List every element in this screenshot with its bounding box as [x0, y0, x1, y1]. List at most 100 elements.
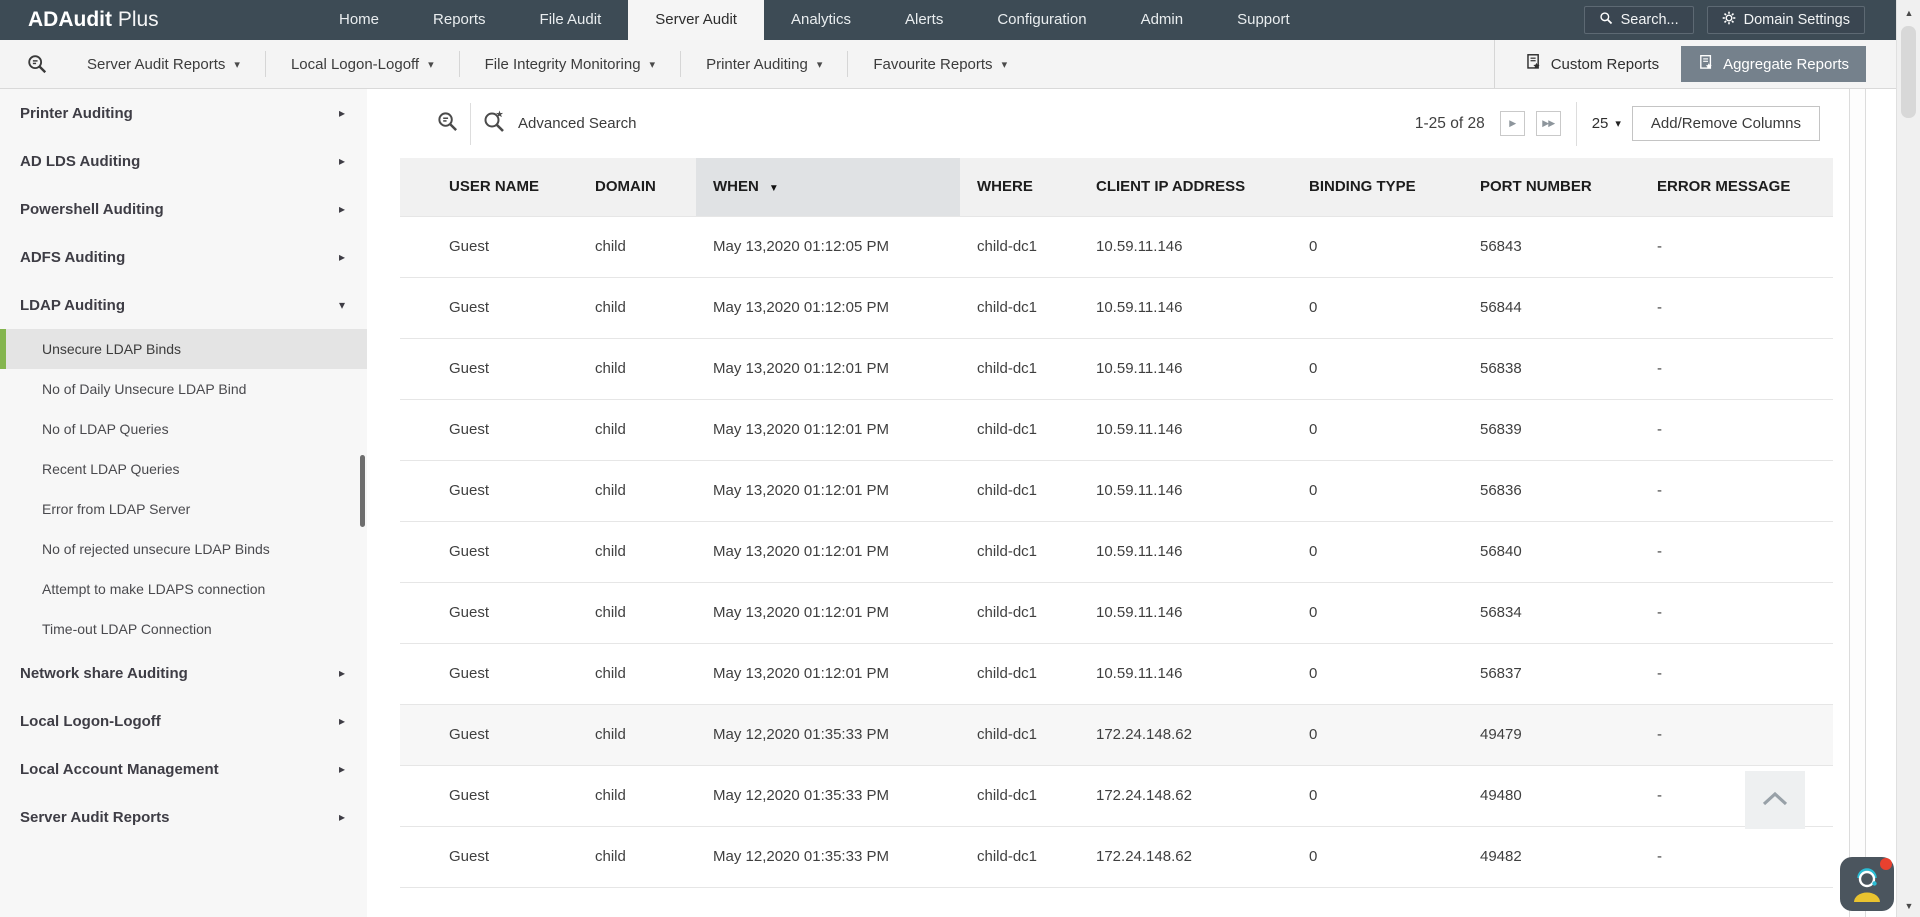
sidebar-item-no-of-rejected-unsecure-ldap-binds[interactable]: No of rejected unsecure LDAP Binds	[0, 529, 367, 569]
table-row[interactable]: Guest child May 13,2020 01:12:01 PM child-d…	[400, 398, 1833, 460]
app-logo-bold: ADAudit	[28, 8, 112, 31]
table-row[interactable]: Guest child May 13,2020 01:12:01 PM child-d…	[400, 520, 1833, 582]
table-cell: -	[1635, 825, 1833, 887]
toolbar-dropdown-label: Favourite Reports	[873, 55, 993, 73]
table-cell: 56838	[1460, 337, 1635, 399]
toolbar-dropdown-local-logon-logoff[interactable]: Local Logon-Logoff ▾	[266, 40, 459, 88]
column-header-error-message[interactable]: ERROR MESSAGE	[1635, 158, 1833, 216]
table-cell: Guest	[400, 825, 545, 887]
table-cell: -	[1635, 459, 1833, 521]
table-cell: -	[1635, 276, 1833, 338]
sidebar-item-ldap-auditing[interactable]: LDAP Auditing ▾	[0, 281, 367, 329]
table-cell: 0	[1290, 764, 1460, 826]
column-header-user-name[interactable]: USER NAME	[400, 158, 545, 216]
sidebar-item-network-share-auditing[interactable]: Network share Auditing ▸	[0, 649, 367, 697]
column-header-client-ip-address[interactable]: CLIENT IP ADDRESS	[1075, 158, 1290, 216]
column-header-binding-type[interactable]: BINDING TYPE	[1290, 158, 1460, 216]
report-search-icon[interactable]	[26, 53, 48, 75]
table-row[interactable]: Guest child May 13,2020 01:12:01 PM child-d…	[400, 642, 1833, 704]
table-cell: Guest	[400, 581, 545, 643]
sidebar-scrollbar-thumb[interactable]	[360, 455, 365, 527]
table-cell: 0	[1290, 520, 1460, 582]
report-sidebar: Printer Auditing ▸ AD LDS Auditing ▸ Powersh…	[0, 89, 367, 917]
sidebar-item-error-from-ldap-server[interactable]: Error from LDAP Server	[0, 489, 367, 529]
table-row[interactable]: Guest child May 13,2020 01:12:05 PM child-d…	[400, 215, 1833, 277]
table-search-icon[interactable]	[436, 110, 459, 138]
sidebar-item-local-logon-logoff[interactable]: Local Logon-Logoff ▸	[0, 697, 367, 745]
nav-item-admin[interactable]: Admin	[1114, 0, 1211, 40]
sidebar-item-unsecure-ldap-binds[interactable]: Unsecure LDAP Binds	[0, 329, 367, 369]
column-header-domain[interactable]: DOMAIN	[545, 158, 696, 216]
sidebar-item-label: AD LDS Auditing	[20, 152, 141, 170]
aggregate-reports-button[interactable]: Aggregate Reports	[1681, 46, 1866, 82]
toolbar-dropdown-file-integrity-monitoring[interactable]: File Integrity Monitoring ▾	[460, 40, 680, 88]
table-cell: May 13,2020 01:12:01 PM	[696, 337, 960, 399]
sidebar-item-recent-ldap-queries[interactable]: Recent LDAP Queries	[0, 449, 367, 489]
nav-item-alerts[interactable]: Alerts	[878, 0, 970, 40]
sidebar-item-time-out-ldap-connection[interactable]: Time-out LDAP Connection	[0, 609, 367, 649]
table-row[interactable]: Guest child May 13,2020 01:12:05 PM child-d…	[400, 276, 1833, 338]
table-row[interactable]: Guest child May 13,2020 01:12:01 PM child-d…	[400, 581, 1833, 643]
page-size-dropdown[interactable]: 25 ▾	[1592, 115, 1621, 132]
table-cell: 10.59.11.146	[1075, 337, 1290, 399]
nav-item-support[interactable]: Support	[1210, 0, 1317, 40]
add-remove-columns-button[interactable]: Add/Remove Columns	[1631, 106, 1820, 141]
nav-item-configuration[interactable]: Configuration	[970, 0, 1113, 40]
advanced-search-label[interactable]: Advanced Search	[518, 115, 636, 132]
custom-reports-button[interactable]: Custom Reports	[1525, 53, 1659, 75]
sidebar-item-local-account-management[interactable]: Local Account Management ▸	[0, 745, 367, 793]
global-search-button[interactable]: Search...	[1583, 6, 1694, 34]
toolbar-dropdown-favourite-reports[interactable]: Favourite Reports ▾	[848, 40, 1032, 88]
toolbar-dropdown-printer-auditing[interactable]: Printer Auditing ▾	[681, 40, 847, 88]
table-cell	[960, 886, 1075, 907]
scroll-to-top-button[interactable]	[1745, 771, 1805, 829]
column-header-port-number[interactable]: PORT NUMBER	[1460, 158, 1635, 216]
toolbar-dropdown-server-audit-reports[interactable]: Server Audit Reports ▾	[62, 40, 265, 88]
page-size-value: 25	[1591, 115, 1609, 132]
table-row[interactable]: Guest child May 12,2020 01:35:33 PM child-d…	[400, 764, 1833, 826]
sidebar-item-server-audit-reports[interactable]: Server Audit Reports ▸	[0, 793, 367, 841]
support-chat-button[interactable]	[1840, 857, 1894, 911]
table-cell: child-dc1	[960, 398, 1075, 460]
table-cell	[1290, 886, 1460, 907]
browser-scrollbar-thumb[interactable]	[1901, 26, 1916, 118]
nav-item-home[interactable]: Home	[312, 0, 406, 40]
table-row[interactable]: Guest child May 12,2020 01:35:33 PM child-d…	[400, 825, 1833, 887]
sidebar-item-no-of-daily-unsecure-ldap-bind[interactable]: No of Daily Unsecure LDAP Bind	[0, 369, 367, 409]
next-page-button[interactable]: ▶	[1499, 111, 1525, 136]
table-cell	[1075, 886, 1290, 907]
table-row[interactable]: Guest child May 12,2020 01:35:33 PM child-d…	[400, 703, 1833, 765]
sidebar-item-label: Unsecure LDAP Binds	[42, 341, 182, 357]
scrollbar-down-arrow[interactable]: ▼	[1897, 901, 1920, 911]
last-page-button[interactable]: ▶▶	[1535, 111, 1561, 136]
sidebar-item-ad-lds-auditing[interactable]: AD LDS Auditing ▸	[0, 137, 367, 185]
nav-item-file-audit[interactable]: File Audit	[513, 0, 629, 40]
table-cell: Guest	[400, 642, 545, 704]
sidebar-item-printer-auditing[interactable]: Printer Auditing ▸	[0, 89, 367, 137]
table-row[interactable]: Guest child May 13,2020 01:12:01 PM child-d…	[400, 337, 1833, 399]
app-logo[interactable]: ADAudit Plus	[28, 0, 159, 40]
chevron-right-icon: ▸	[338, 250, 345, 264]
column-header-when[interactable]: WHEN ▼	[696, 158, 960, 216]
table-cell: 0	[1290, 642, 1460, 704]
sidebar-item-attempt-to-make-ldaps-connection[interactable]: Attempt to make LDAPS connection	[0, 569, 367, 609]
advanced-search-icon[interactable]	[482, 109, 506, 138]
sidebar-item-label: LDAP Auditing	[20, 296, 125, 314]
domain-settings-button[interactable]: Domain Settings	[1706, 6, 1865, 34]
nav-item-analytics[interactable]: Analytics	[764, 0, 878, 40]
sidebar-item-powershell-auditing[interactable]: Powershell Auditing ▸	[0, 185, 367, 233]
table-cell: 10.59.11.146	[1075, 642, 1290, 704]
sidebar-item-adfs-auditing[interactable]: ADFS Auditing ▸	[0, 233, 367, 281]
nav-item-server-audit[interactable]: Server Audit	[628, 0, 764, 40]
sidebar-item-no-of-ldap-queries[interactable]: No of LDAP Queries	[0, 409, 367, 449]
nav-item-reports[interactable]: Reports	[406, 0, 513, 40]
chat-notification-dot	[1880, 858, 1892, 870]
table-cell: -	[1635, 642, 1833, 704]
column-header-where[interactable]: WHERE	[960, 158, 1075, 216]
table-cell: 172.24.148.62	[1075, 764, 1290, 826]
app-logo-light: Plus	[111, 8, 159, 31]
table-row[interactable]: Guest child May 13,2020 01:12:01 PM child-d…	[400, 459, 1833, 521]
inner-scrollbar-track[interactable]	[1849, 89, 1866, 917]
scrollbar-up-arrow[interactable]: ▲	[1897, 8, 1920, 18]
browser-scrollbar[interactable]: ▲ ▼	[1896, 0, 1920, 917]
